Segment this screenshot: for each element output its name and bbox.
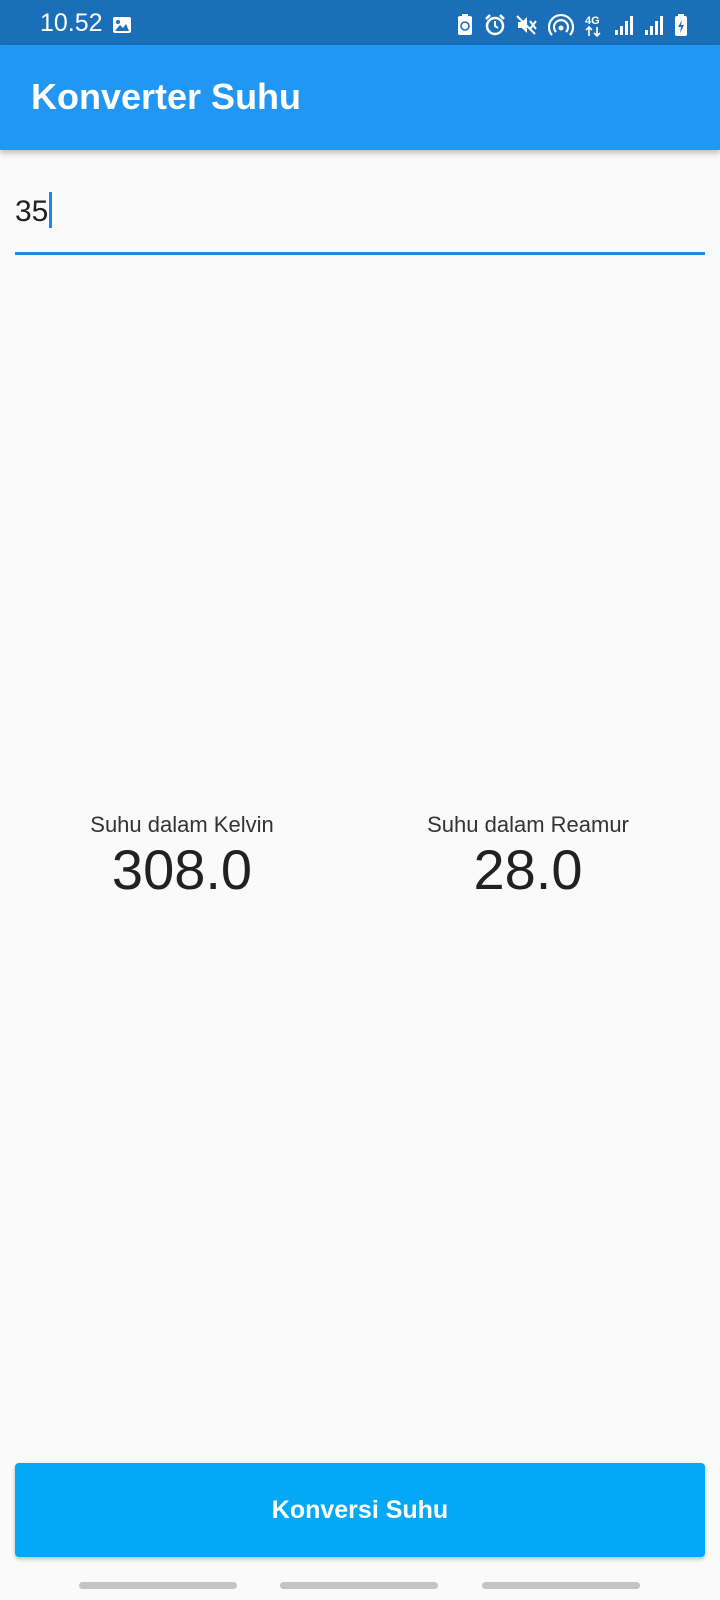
svg-text:4G: 4G — [585, 15, 600, 27]
signal-icon — [644, 13, 664, 37]
kelvin-value: 308.0 — [111, 838, 253, 901]
signal-icon — [614, 13, 634, 37]
gallery-icon — [112, 16, 132, 34]
input-underline — [15, 252, 705, 255]
hotspot-icon — [547, 13, 575, 37]
app-title: Konverter Suhu — [31, 76, 302, 117]
nav-gesture-right[interactable] — [482, 1582, 640, 1589]
temperature-input-value[interactable]: 35 — [15, 192, 53, 229]
reamur-label: Suhu dalam Reamur — [427, 812, 629, 837]
kelvin-result: Suhu dalam Kelvin 308.0 — [32, 812, 332, 900]
battery-charging-icon — [674, 13, 688, 37]
nav-gesture-center[interactable] — [280, 1582, 438, 1589]
app-bar: Konverter Suhu — [0, 45, 720, 150]
mute-icon — [516, 13, 538, 37]
nav-gesture-left[interactable] — [79, 1582, 237, 1589]
text-cursor — [49, 192, 53, 228]
status-time: 10.52 — [40, 9, 103, 37]
convert-button[interactable]: Konversi Suhu — [15, 1463, 705, 1557]
alarm-icon — [484, 13, 506, 37]
4g-icon: 4G — [584, 13, 604, 38]
reamur-result: Suhu dalam Reamur 28.0 — [378, 812, 678, 900]
kelvin-label: Suhu dalam Kelvin — [90, 812, 274, 837]
reamur-value: 28.0 — [473, 838, 583, 901]
temperature-input-field[interactable]: 35 — [15, 180, 705, 256]
recycle-icon — [456, 13, 474, 37]
status-bar: 10.52 4G — [0, 0, 720, 45]
status-icons: 4G — [456, 13, 688, 38]
results-row: Suhu dalam Kelvin 308.0 Suhu dalam Reamu… — [0, 812, 720, 902]
